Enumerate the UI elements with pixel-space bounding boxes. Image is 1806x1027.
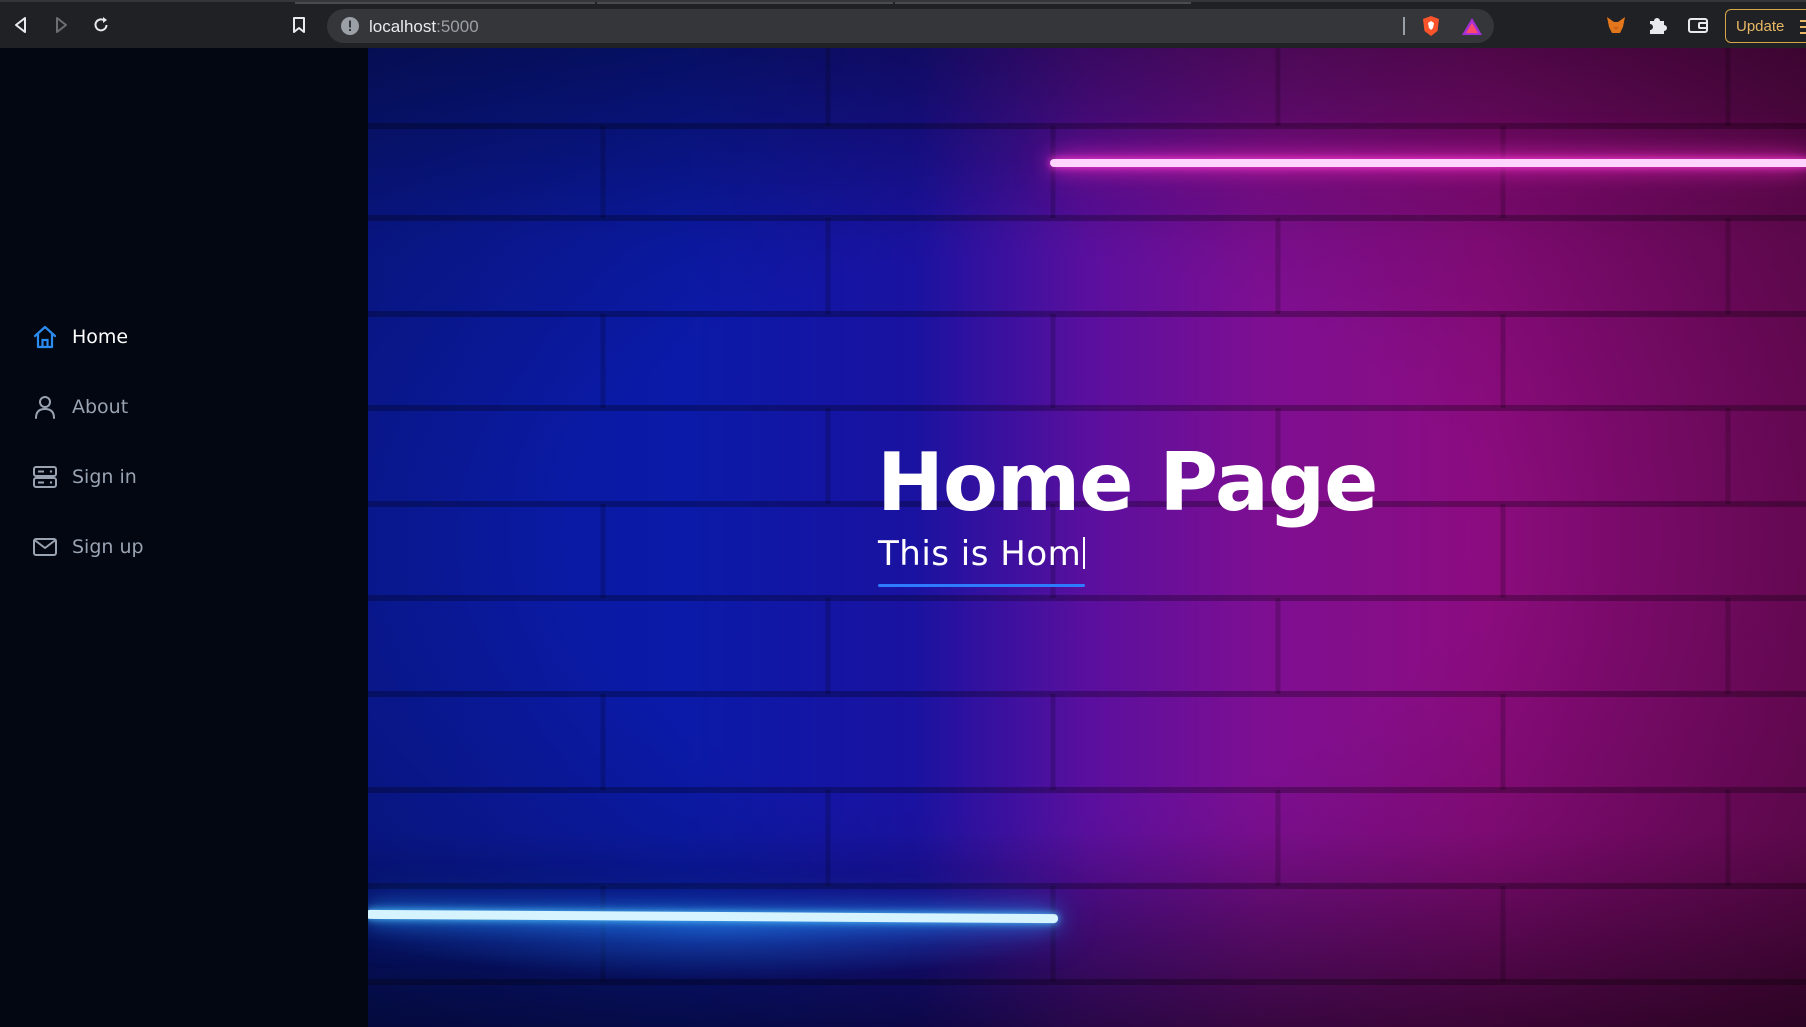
sidebar-item-label: Home bbox=[72, 326, 129, 348]
metamask-fox-icon[interactable] bbox=[1604, 13, 1628, 37]
browser-toolbar: localhost:5000 Update bbox=[0, 0, 1806, 48]
url-text[interactable]: localhost:5000 bbox=[369, 17, 479, 37]
bookmark-icon bbox=[293, 17, 305, 33]
sidebar-nav: Home About Sign in Sign up bbox=[0, 302, 368, 582]
site-info-icon[interactable] bbox=[340, 16, 360, 36]
server-icon bbox=[33, 466, 57, 488]
sidebar-item-label: About bbox=[72, 396, 129, 418]
update-button[interactable]: Update bbox=[1725, 9, 1806, 43]
neon-light-pink bbox=[1050, 159, 1806, 167]
bookmark-button[interactable] bbox=[284, 10, 314, 40]
neon-glow-blue bbox=[368, 920, 1068, 980]
sidebar-item-about[interactable]: About bbox=[0, 372, 368, 442]
tab-indicator bbox=[295, 2, 595, 4]
urlbar-divider bbox=[1403, 17, 1405, 35]
brave-rewards-icon[interactable] bbox=[1460, 15, 1484, 39]
forward-button[interactable] bbox=[46, 10, 76, 40]
sidebar-item-label: Sign up bbox=[72, 536, 144, 558]
back-arrow-icon bbox=[15, 17, 26, 33]
mail-icon bbox=[33, 538, 57, 556]
back-button[interactable] bbox=[6, 10, 36, 40]
home-icon bbox=[33, 325, 57, 349]
address-bar[interactable]: localhost:5000 bbox=[327, 9, 1494, 43]
subtitle-text: This is Hom bbox=[878, 534, 1082, 574]
tab-indicator bbox=[597, 2, 893, 4]
sidebar: Home About Sign in Sign up bbox=[0, 48, 368, 1027]
reload-button[interactable] bbox=[86, 10, 116, 40]
url-port: :5000 bbox=[436, 17, 479, 36]
user-icon bbox=[35, 396, 55, 419]
brave-shield-icon[interactable] bbox=[1419, 14, 1443, 38]
forward-arrow-icon bbox=[56, 17, 67, 33]
tab-indicator bbox=[895, 2, 1191, 4]
extensions-puzzle-icon[interactable] bbox=[1645, 13, 1669, 37]
hero-section: Home Page This is Hom bbox=[368, 48, 1806, 1027]
hamburger-menu-icon bbox=[1800, 20, 1806, 34]
reload-icon bbox=[94, 17, 108, 32]
sidebar-item-sign-in[interactable]: Sign in bbox=[0, 442, 368, 512]
sidebar-item-home[interactable]: Home bbox=[0, 302, 368, 372]
typing-subtitle: This is Hom bbox=[878, 534, 1086, 574]
sidebar-item-sign-up[interactable]: Sign up bbox=[0, 512, 368, 582]
update-label: Update bbox=[1736, 18, 1785, 35]
page-title: Home Page bbox=[877, 436, 1378, 529]
typing-caret bbox=[1083, 537, 1086, 569]
url-host: localhost bbox=[369, 17, 437, 36]
subtitle-underline bbox=[878, 584, 1085, 587]
wallet-icon[interactable] bbox=[1686, 13, 1710, 37]
sidebar-item-label: Sign in bbox=[72, 466, 137, 488]
hero-vignette bbox=[368, 48, 1806, 1027]
